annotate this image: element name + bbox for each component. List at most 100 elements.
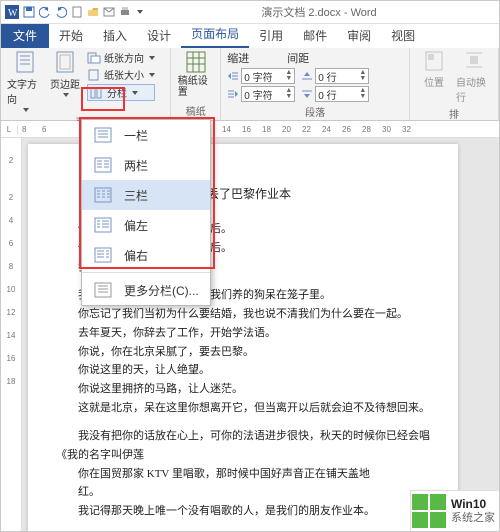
space-after-spinner[interactable]: 0 行 ▲▼ <box>301 86 369 102</box>
tab-review[interactable]: 审阅 <box>337 23 381 48</box>
spinner-arrows-icon[interactable]: ▲▼ <box>285 70 292 82</box>
ruler-tick: 18 <box>262 125 282 134</box>
gaozhi-button[interactable]: 稿纸设置 <box>178 50 214 98</box>
new-icon[interactable] <box>71 6 83 18</box>
ruler-tick: 16 <box>7 354 16 363</box>
space-after-value: 0 行 <box>318 87 336 102</box>
ruler-tick: 6 <box>9 239 13 248</box>
gaozhi-label: 稿纸设置 <box>178 76 214 98</box>
tab-view[interactable]: 视图 <box>381 23 425 48</box>
group-gaozhi: 稿纸设置 稿纸 <box>171 48 221 120</box>
quick-access-toolbar: W <box>5 5 143 19</box>
space-before-spinner[interactable]: 0 行▲▼ <box>301 68 369 84</box>
ruler-tick: 20 <box>282 125 302 134</box>
document-area: 224681012141618 你丢了巴黎作业本 你走了，在我们结婚两年以后。你… <box>1 138 499 532</box>
size-label: 纸张大小 <box>104 67 144 82</box>
wrap-button[interactable]: 自动换行 <box>456 50 492 104</box>
indent-left-icon <box>227 71 239 81</box>
columns-three-icon <box>92 186 114 204</box>
columns-left-label: 偏左 <box>124 217 148 234</box>
indent-left-spinner[interactable]: 0 字符 ▲▼ <box>227 68 295 84</box>
ruler-tick <box>62 125 82 134</box>
ruler-tick: 26 <box>342 125 362 134</box>
undo-icon[interactable] <box>39 6 51 18</box>
ruler-tick: 16 <box>242 125 262 134</box>
orientation-button[interactable]: 纸张方向 <box>87 50 155 65</box>
papersize-icon <box>87 69 101 81</box>
columns-one-label: 一栏 <box>124 127 148 144</box>
position-button[interactable]: 位置 <box>416 50 452 89</box>
ruler-corner: L <box>1 125 18 134</box>
ruler-horizontal[interactable]: L 862468101214161820222426283032 <box>1 121 499 138</box>
ruler-tick: 8 <box>9 262 13 271</box>
doc-line: 去年夏天，你辞去了工作，开始学法语。 <box>56 324 430 343</box>
columns-button[interactable]: 分栏 <box>87 84 155 101</box>
wrap-label: 自动换行 <box>456 74 492 104</box>
spinner-arrows-icon[interactable]: ▲▼ <box>285 88 292 100</box>
tab-mail[interactable]: 邮件 <box>293 23 337 48</box>
save-icon[interactable] <box>23 6 35 18</box>
ruler-tick: 6 <box>42 125 62 134</box>
spinner-arrows-icon[interactable]: ▲▼ <box>359 70 366 82</box>
columns-more[interactable]: 更多分栏(C)... <box>82 275 210 305</box>
spinner-arrows-icon[interactable]: ▲▼ <box>359 88 366 100</box>
open-icon[interactable] <box>87 6 99 18</box>
margins-icon <box>55 50 75 74</box>
columns-two[interactable]: 两栏 <box>82 150 210 180</box>
columns-label: 分栏 <box>107 85 127 100</box>
columns-more-label: 更多分栏(C)... <box>124 282 199 299</box>
margins-button[interactable]: 页边距 <box>47 50 83 97</box>
chevron-down-icon <box>149 73 155 77</box>
email-icon[interactable] <box>103 6 115 18</box>
tab-file[interactable]: 文件 <box>1 24 49 48</box>
columns-left[interactable]: 偏左 <box>82 210 210 240</box>
columns-right-icon <box>92 246 114 264</box>
text-direction-button[interactable]: 文字方向 <box>7 50 43 112</box>
menu-separator <box>82 272 210 273</box>
text-direction-label: 文字方向 <box>7 76 43 106</box>
gaozhi-icon <box>185 50 207 74</box>
columns-right-label: 偏右 <box>124 247 148 264</box>
ruler-tick: 28 <box>362 125 382 134</box>
tab-references[interactable]: 引用 <box>249 23 293 48</box>
indent-left-value: 0 字符 <box>244 69 272 84</box>
columns-two-icon <box>92 156 114 174</box>
columns-right[interactable]: 偏右 <box>82 240 210 270</box>
tab-design[interactable]: 设计 <box>137 23 181 48</box>
doc-line: 我记得那天晚上唯一个没有唱歌的人，是我们的朋友作业本。 <box>56 502 430 521</box>
tab-insert[interactable]: 插入 <box>93 23 137 48</box>
tab-home[interactable]: 开始 <box>49 23 93 48</box>
group-paragraph: 缩进 间距 0 字符▲▼ 0 行▲▼ 0 字符▲ <box>221 48 410 120</box>
doc-line: 你说这里拥挤的马路，让人迷茫。 <box>56 380 430 399</box>
quickprint-icon[interactable] <box>119 6 131 18</box>
ruler-tick: 2 <box>9 193 13 202</box>
columns-three[interactable]: 三栏 <box>82 180 210 210</box>
orientation-icon <box>87 52 101 64</box>
indent-right-spinner[interactable]: 0 字符▲▼ <box>227 86 295 102</box>
indent-heading: 缩进 <box>227 50 281 66</box>
ruler-tick: 30 <box>382 125 402 134</box>
columns-more-icon <box>92 281 114 299</box>
size-button[interactable]: 纸张大小 <box>87 67 155 82</box>
columns-one[interactable]: 一栏 <box>82 120 210 150</box>
group-arrange: 位置 自动换行 排 <box>410 48 499 120</box>
ruler-tick: 2 <box>9 156 13 165</box>
position-icon <box>424 50 444 72</box>
ruler-tick: 10 <box>7 285 16 294</box>
ruler-vertical[interactable]: 224681012141618 <box>1 138 22 532</box>
columns-three-label: 三栏 <box>124 187 148 204</box>
redo-icon[interactable] <box>55 6 67 18</box>
word-app-icon: W <box>5 5 19 19</box>
group-label-paragraph: 段落 <box>227 102 403 121</box>
columns-two-label: 两栏 <box>124 157 148 174</box>
ruler-tick: 22 <box>302 125 322 134</box>
doc-line: 红。 <box>56 483 430 502</box>
ribbon: 文字方向 页边距 纸张方向 纸张大小 <box>1 48 499 121</box>
indent-right-icon <box>227 89 239 99</box>
title-bar: W 演示文档 2.docx - Word <box>1 1 499 24</box>
tab-layout[interactable]: 页面布局 <box>181 21 249 48</box>
margins-label: 页边距 <box>50 76 80 91</box>
word-window: W 演示文档 2.docx - Word 文件 开始 插入 设计 页面布局 引用… <box>0 0 500 532</box>
blank-line <box>56 417 430 427</box>
space-after-icon <box>301 89 313 99</box>
